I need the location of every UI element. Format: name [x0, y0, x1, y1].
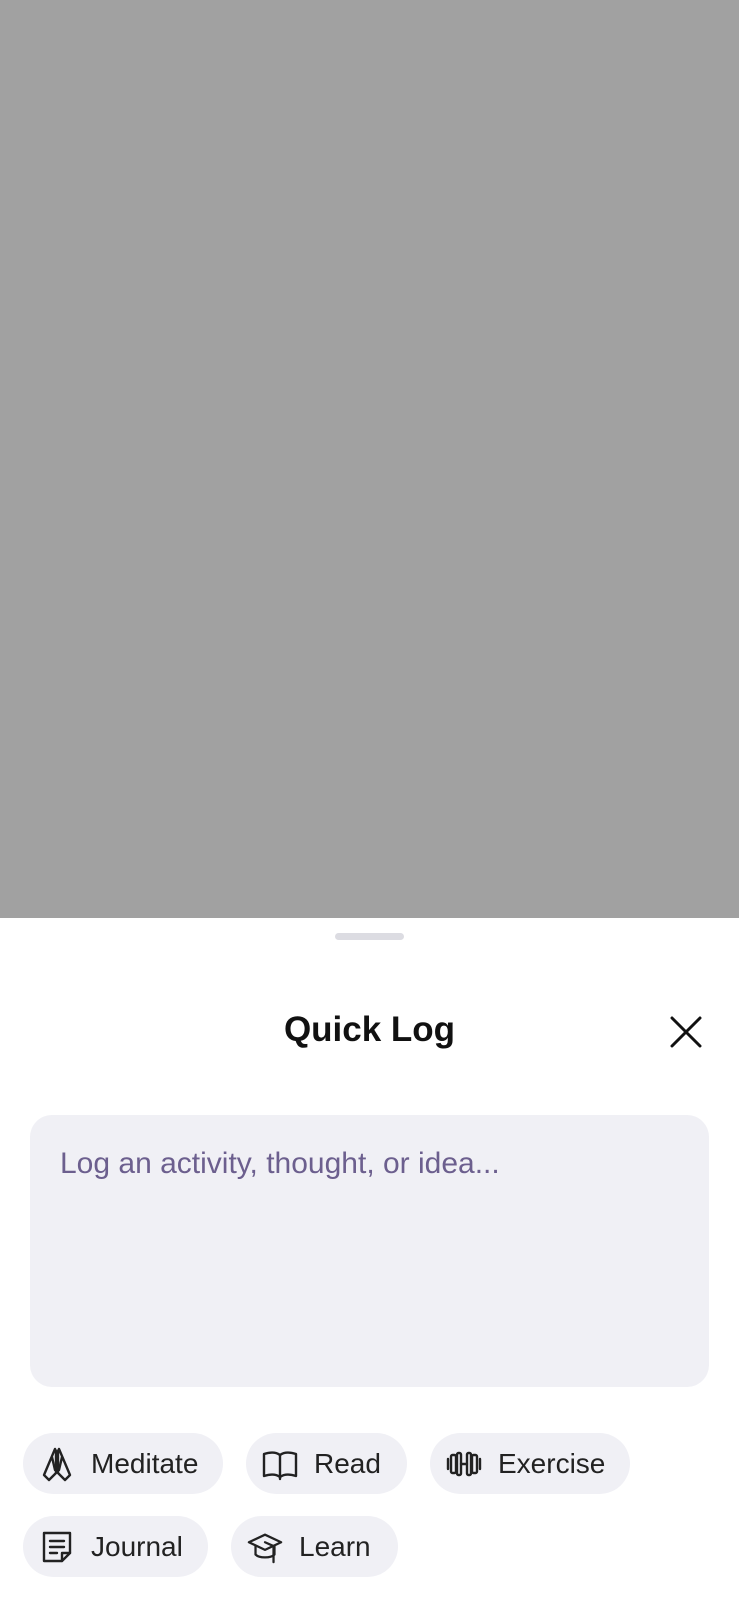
chip-label: Exercise — [498, 1447, 606, 1479]
close-icon — [670, 1016, 702, 1048]
log-input[interactable] — [30, 1115, 709, 1387]
chip-learn[interactable]: Learn — [231, 1516, 398, 1577]
close-button[interactable] — [664, 1010, 708, 1054]
chip-read[interactable]: Read — [246, 1433, 407, 1494]
praying-hands-icon — [39, 1446, 75, 1482]
dumbbell-icon — [446, 1446, 482, 1482]
chip-meditate[interactable]: Meditate — [23, 1433, 223, 1494]
chip-label: Meditate — [91, 1447, 199, 1479]
sheet-title: Quick Log — [283, 1010, 456, 1049]
quick-log-sheet: Quick Log Meditate Read — [0, 918, 739, 1600]
modal-backdrop[interactable] — [0, 0, 739, 918]
chip-label: Learn — [299, 1530, 371, 1562]
chip-label: Read — [314, 1447, 381, 1479]
graduation-cap-icon — [247, 1529, 283, 1565]
note-icon — [39, 1529, 75, 1565]
sheet-grabber[interactable] — [335, 933, 404, 940]
chip-label: Journal — [91, 1530, 183, 1562]
open-book-icon — [262, 1446, 298, 1482]
chip-journal[interactable]: Journal — [23, 1516, 208, 1577]
chip-exercise[interactable]: Exercise — [430, 1433, 630, 1494]
